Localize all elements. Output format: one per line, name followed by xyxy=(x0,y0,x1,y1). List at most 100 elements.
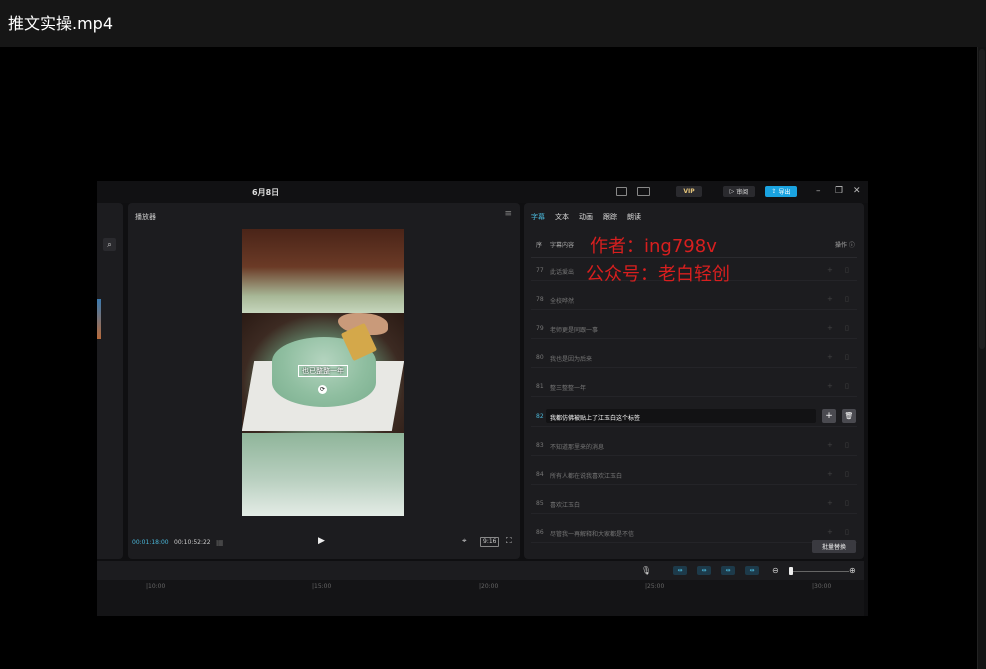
subtitle-index: 80 xyxy=(536,354,544,362)
subtitle-text: 不知道那里来的消息 xyxy=(550,443,605,451)
screenshot-icon[interactable]: ⌖ xyxy=(462,536,467,546)
scrollbar-thumb[interactable] xyxy=(979,49,985,349)
menu-icon[interactable]: ≡ xyxy=(504,209,512,219)
add-icon[interactable]: + xyxy=(827,266,833,274)
trash-icon[interactable]: ▯ xyxy=(845,266,849,274)
tab-subtitle[interactable]: 字幕 xyxy=(531,212,545,222)
vip-button[interactable]: VIP xyxy=(676,186,702,197)
add-icon[interactable]: + xyxy=(827,441,833,449)
subtitle-index: 85 xyxy=(536,499,544,507)
player-title: 播放器 xyxy=(135,213,156,221)
media-thumbnail[interactable] xyxy=(97,299,101,339)
tab-read-aloud[interactable]: 朗读 xyxy=(627,212,641,222)
add-icon[interactable]: + xyxy=(827,295,833,303)
trash-icon[interactable]: ▯ xyxy=(845,499,849,507)
subtitle-row[interactable]: 86 尽管我一再解释和大家都是不信 + ▯ xyxy=(531,523,857,543)
page-scrollbar[interactable] xyxy=(977,47,986,669)
publish-button[interactable]: ▷ 审阅 xyxy=(723,186,755,197)
add-subtitle-button[interactable]: + xyxy=(822,408,836,423)
subtitle-index: 77 xyxy=(536,267,544,274)
subtitle-overlay-box[interactable]: 也已整整一年 xyxy=(298,365,348,377)
trash-icon[interactable]: ▯ xyxy=(845,324,849,332)
column-header-content: 字幕内容 xyxy=(550,242,575,249)
add-icon[interactable]: + xyxy=(827,499,833,507)
trash-icon[interactable]: ▯ xyxy=(845,441,849,449)
subtitle-row[interactable]: 83 不知道那里来的消息 + ▯ xyxy=(531,436,857,456)
trash-icon[interactable]: ▯ xyxy=(845,528,849,536)
close-button[interactable]: ✕ xyxy=(853,185,861,197)
zoom-in-icon[interactable]: ⊕ xyxy=(849,566,856,575)
video-preview[interactable]: 也已整整一年 ⟳ xyxy=(242,229,404,516)
timeline-tick: |30:00 xyxy=(812,583,832,590)
timeline-ruler[interactable]: |10:00 |15:00 |20:00 |25:00 |30:00 xyxy=(97,580,864,616)
subtitle-text: 喜欢江玉白 xyxy=(550,501,581,509)
play-square-icon: ▷ xyxy=(729,188,735,195)
subtitle-row[interactable]: 85 喜欢江玉白 + ▯ xyxy=(531,494,857,514)
trash-icon[interactable]: ▯ xyxy=(845,295,849,303)
add-icon[interactable]: + xyxy=(827,528,833,536)
aspect-ratio-button[interactable]: 9:16 xyxy=(480,537,500,547)
magnet-icon[interactable]: ⇹ xyxy=(697,566,711,575)
current-time: 00:01:18:00 xyxy=(132,539,169,546)
search-icon[interactable]: ⌕ xyxy=(103,238,116,251)
upload-icon: ⇪ xyxy=(771,188,777,195)
zoom-out-icon[interactable]: ⊖ xyxy=(772,566,779,575)
export-button[interactable]: ⇪ 导出 xyxy=(765,186,797,197)
subtitle-index: 82 xyxy=(536,412,544,420)
tab-animation[interactable]: 动画 xyxy=(579,212,593,222)
subtitle-row[interactable]: 80 我也是因为后来 + ▯ xyxy=(531,348,857,369)
link-icon[interactable]: ⇹ xyxy=(673,566,687,575)
subtitle-row[interactable]: 84 所有人都在说我喜欢江玉白 + ▯ xyxy=(531,465,857,485)
row-divider xyxy=(531,425,857,427)
row-divider xyxy=(531,338,857,340)
timeline-tick: |10:00 xyxy=(146,583,166,590)
row-divider xyxy=(531,483,857,485)
panel-icon[interactable] xyxy=(637,187,650,196)
grid-icon[interactable]: ▦ xyxy=(216,538,224,547)
tab-tracking[interactable]: 跟踪 xyxy=(603,212,617,222)
snap-icon[interactable]: ⇹ xyxy=(721,566,735,575)
editor-titlebar: 6月8日 VIP ▷ 审阅 ⇪ 导出 – ❐ ✕ xyxy=(97,181,868,203)
add-icon[interactable]: + xyxy=(827,382,833,390)
subtitle-row[interactable]: 82 我都仿佛被贴上了江玉白这个标签 + 🗑 xyxy=(531,407,857,427)
subtitle-text: 此话爱出 xyxy=(550,269,575,276)
add-icon[interactable]: + xyxy=(827,353,833,361)
video-frame-middle: 也已整整一年 ⟳ xyxy=(242,313,404,433)
rotate-handle-icon[interactable]: ⟳ xyxy=(318,385,327,394)
batch-replace-button[interactable]: 批量替换 xyxy=(812,540,856,553)
maximize-button[interactable]: ❐ xyxy=(835,185,843,197)
microphone-icon[interactable]: 🎙 xyxy=(641,566,651,575)
column-header-actions: 操作 ⓘ xyxy=(835,242,855,249)
zoom-slider[interactable] xyxy=(791,571,849,572)
subtitle-row[interactable]: 79 老师更是同跟一事 + ▯ xyxy=(531,319,857,340)
trash-icon[interactable]: ▯ xyxy=(845,353,849,361)
editor-window: 6月8日 VIP ▷ 审阅 ⇪ 导出 – ❐ ✕ ⌕ 播放器 ≡ 也已整整一年 … xyxy=(97,181,868,616)
timeline-tick: |20:00 xyxy=(479,583,499,590)
subtitle-tabs: 字幕 文本 动画 跟踪 朗读 xyxy=(531,212,641,222)
total-time: 00:10:52:22 xyxy=(174,539,211,546)
preview-axis-icon[interactable]: ⇹ xyxy=(745,566,759,575)
subtitle-row[interactable]: 81 整三整整一年 + ▯ xyxy=(531,377,857,398)
project-date: 6月8日 xyxy=(252,188,280,197)
timeline-tick: |25:00 xyxy=(645,583,665,590)
play-button[interactable]: ▶ xyxy=(318,536,325,546)
watermark-account: 公众号：老白轻创 xyxy=(586,264,730,285)
layout-icon[interactable] xyxy=(616,187,627,196)
row-divider xyxy=(531,541,857,543)
video-frame-top xyxy=(242,229,404,313)
row-divider xyxy=(531,396,857,398)
minimize-button[interactable]: – xyxy=(816,185,821,197)
fullscreen-icon[interactable]: ⛶ xyxy=(506,536,512,546)
add-icon[interactable]: + xyxy=(827,324,833,332)
publish-label: 审阅 xyxy=(736,189,749,196)
trash-icon[interactable]: ▯ xyxy=(845,470,849,478)
subtitle-row[interactable]: 78 全校哗然 + ▯ xyxy=(531,290,857,311)
trash-icon[interactable]: ▯ xyxy=(845,382,849,390)
top-title-bar: 推文实操.mp4 xyxy=(0,0,986,47)
row-divider xyxy=(531,309,857,311)
tab-text[interactable]: 文本 xyxy=(555,212,569,222)
zoom-slider-handle[interactable] xyxy=(789,567,793,575)
delete-subtitle-button[interactable]: 🗑 xyxy=(842,408,856,423)
subtitle-index: 86 xyxy=(536,528,544,536)
add-icon[interactable]: + xyxy=(827,470,833,478)
